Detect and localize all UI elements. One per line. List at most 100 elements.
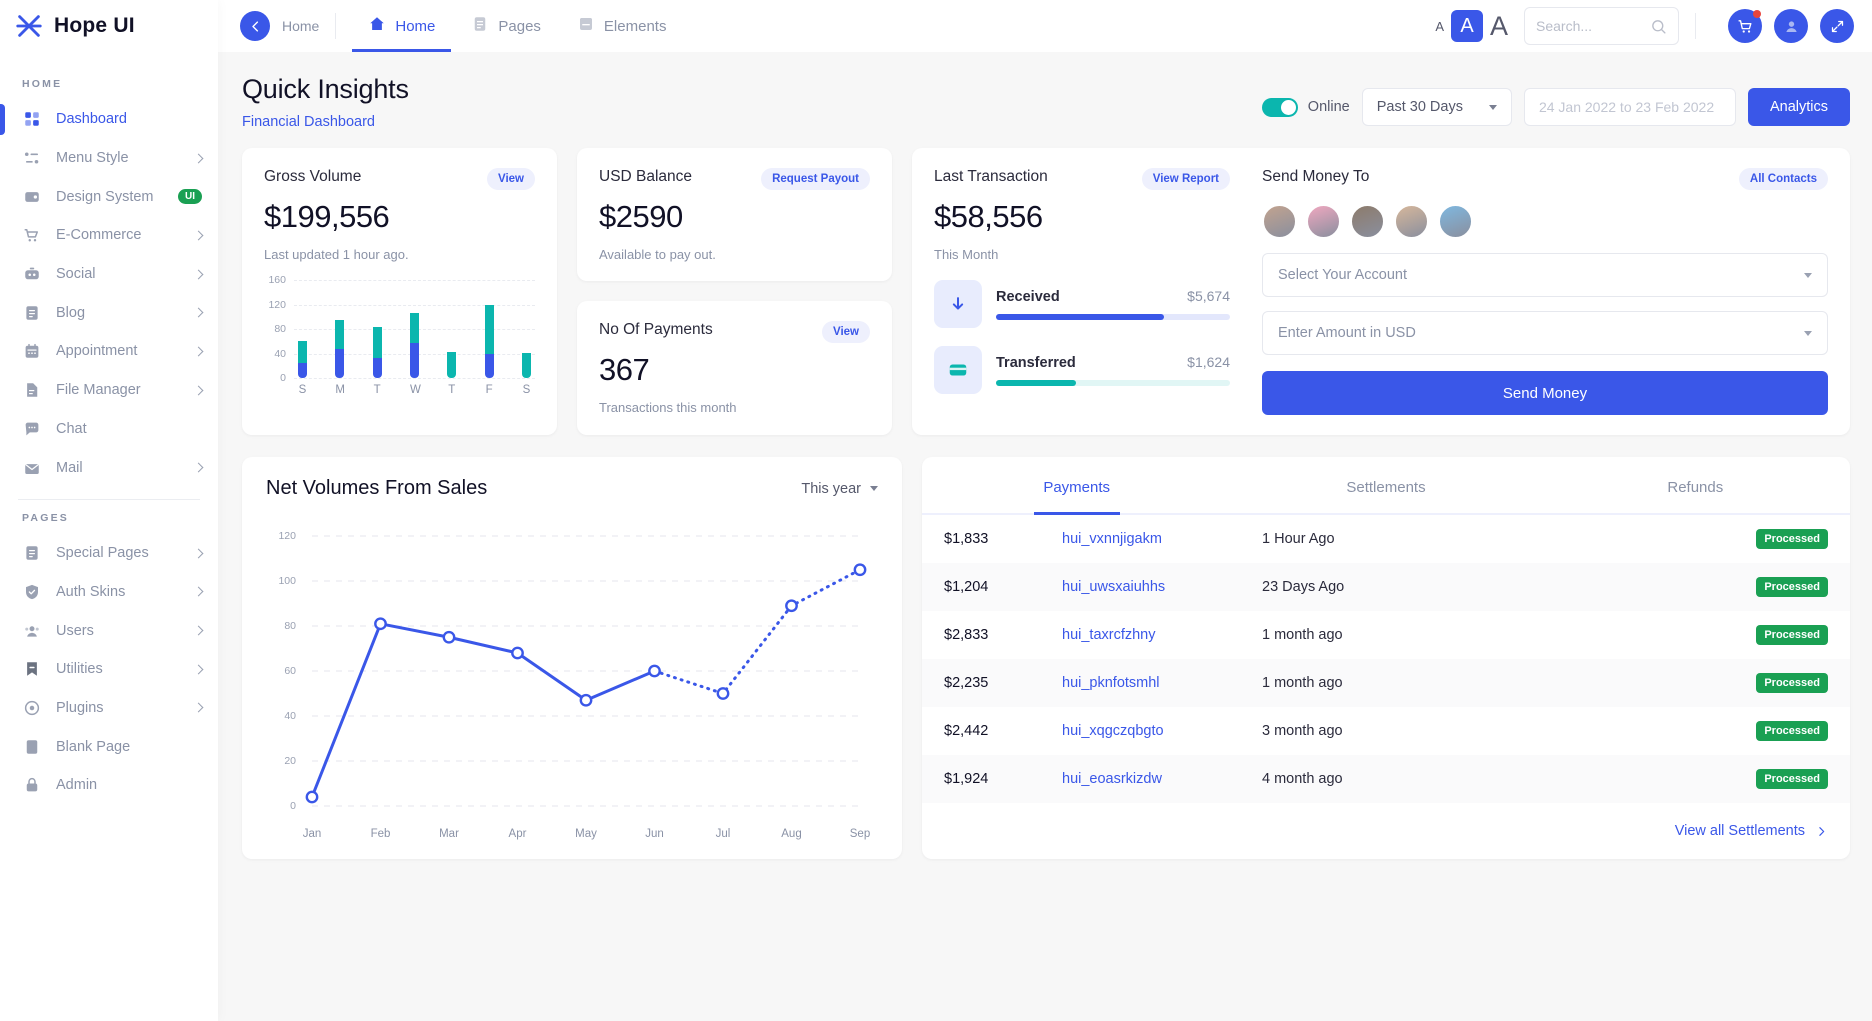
sidebar-item-file-manager[interactable]: File Manager <box>0 371 218 410</box>
select-account-field[interactable]: Select Your Account <box>1262 253 1828 297</box>
net-volumes-card: Net Volumes From Sales This year 0 20 40 60… <box>242 457 902 859</box>
date-range-input[interactable]: 24 Jan 2022 to 23 Feb 2022 <box>1523 88 1736 126</box>
sidebar-item-admin[interactable]: Admin <box>0 766 218 805</box>
status-badge: Processed <box>1756 673 1828 693</box>
net-volumes-range-value: This year <box>801 480 861 497</box>
send-money-button[interactable]: Send Money <box>1262 371 1828 415</box>
chevron-right-icon <box>193 346 204 357</box>
analytics-button[interactable]: Analytics <box>1747 88 1850 126</box>
tab-payments[interactable]: Payments <box>922 457 1231 513</box>
chevron-right-icon <box>193 664 204 675</box>
font-size-medium[interactable]: A <box>1450 10 1483 42</box>
sidebar-item-users[interactable]: Users <box>0 611 218 650</box>
row-timestamp: 1 Hour Ago <box>1262 531 1335 547</box>
page-subtitle[interactable]: Financial Dashboard <box>242 114 409 130</box>
breadcrumb[interactable]: Home <box>282 18 319 34</box>
sidebar-item-appointment[interactable]: Appointment <box>0 332 218 371</box>
sidebar-item-blog[interactable]: Blog <box>0 293 218 332</box>
tab-label: Elements <box>603 17 667 35</box>
document-icon <box>26 546 38 560</box>
search-box[interactable] <box>1524 7 1679 45</box>
view-report-button[interactable]: View Report <box>1141 168 1230 190</box>
sidebar-item-utilities[interactable]: Utilities <box>0 650 218 689</box>
cart-button[interactable] <box>1728 9 1762 43</box>
transaction-stat-row: Received $5,674 <box>934 280 1230 328</box>
row-transaction-id[interactable]: hui_vxnnjigakm <box>1062 531 1262 547</box>
avatar[interactable] <box>1394 204 1429 239</box>
fullscreen-button[interactable] <box>1820 9 1854 43</box>
y-tick-label: 80 <box>274 323 286 335</box>
wallet-icon <box>25 191 39 202</box>
tab-refunds[interactable]: Refunds <box>1541 457 1850 513</box>
row-transaction-id[interactable]: hui_uwsxaiuhhs <box>1062 579 1262 595</box>
row-transaction-id[interactable]: hui_eoasrkizdw <box>1062 771 1262 787</box>
sidebar-item-label: File Manager <box>56 382 141 399</box>
sidebar-item-mail[interactable]: Mail <box>0 448 218 487</box>
net-volumes-range-select[interactable]: This year <box>801 481 878 497</box>
tab-settlements[interactable]: Settlements <box>1231 457 1540 513</box>
amount-field[interactable]: Enter Amount in USD <box>1262 311 1828 355</box>
table-row[interactable]: $1,924 hui_eoasrkizdw 4 month ago Processed <box>922 755 1850 803</box>
stat-name: Received <box>996 289 1060 305</box>
font-size-small[interactable]: A <box>1435 20 1444 33</box>
date-range-select[interactable]: Past 30 Days <box>1361 88 1512 126</box>
payments-amount: 367 <box>599 352 650 387</box>
sidebar-item-dashboard[interactable]: Dashboard <box>0 100 218 139</box>
all-contacts-button[interactable]: All Contacts <box>1738 168 1828 190</box>
stat-head: Transferred $1,624 <box>996 354 1230 371</box>
sidebar-item-e-commerce[interactable]: E-Commerce <box>0 216 218 255</box>
net-volumes-line-chart: 0 20 40 60 80 100 120 Jan Feb Mar Apr May Jun Jul Aug S… <box>266 522 878 840</box>
x-tick-label: W <box>409 384 421 396</box>
table-row[interactable]: $2,442 hui_xqgczqbgto 3 month ago Processed <box>922 707 1850 755</box>
search-input[interactable] <box>1536 18 1650 34</box>
row-transaction-id[interactable]: hui_pknfotsmhl <box>1062 675 1262 691</box>
grid-icon <box>22 109 42 129</box>
avatar[interactable] <box>1306 204 1341 239</box>
sidebar-item-menu-style[interactable]: Menu Style <box>0 139 218 178</box>
sidebar-item-plugins[interactable]: Plugins <box>0 689 218 728</box>
table-row[interactable]: $1,833 hui_vxnnjigakm 1 Hour Ago Processed <box>922 515 1850 563</box>
gross-volume-view-button[interactable]: View <box>487 168 535 190</box>
avatar[interactable] <box>1350 204 1385 239</box>
profile-button[interactable] <box>1774 9 1808 43</box>
brand[interactable]: Hope UI <box>0 0 218 52</box>
row-amount: $1,924 <box>944 771 989 787</box>
row-transaction-id[interactable]: hui_xqgczqbgto <box>1062 723 1262 739</box>
avatar[interactable] <box>1438 204 1473 239</box>
sidebar-item-label: Appointment <box>56 343 138 360</box>
chevron-right-icon <box>193 230 204 241</box>
fullscreen-icon <box>1831 20 1843 32</box>
row-timestamp: 4 month ago <box>1262 771 1343 787</box>
sidebar-item-design-system[interactable]: Design System UI <box>0 177 218 216</box>
table-row[interactable]: $2,833 hui_taxrcfzhny 1 month ago Processed <box>922 611 1850 659</box>
table-row[interactable]: $2,235 hui_pknfotsmhl 1 month ago Processed <box>922 659 1850 707</box>
x-tick-label: T <box>373 384 381 396</box>
sidebar-item-blank-page[interactable]: Blank Page <box>0 727 218 766</box>
transactions-table-card: Payments Settlements Refunds $1,833 hui_vxn… <box>922 457 1850 859</box>
sidebar-item-chat[interactable]: Chat <box>0 410 218 449</box>
row-transaction-id[interactable]: hui_taxrcfzhny <box>1062 627 1262 643</box>
tab-elements[interactable]: Elements <box>561 0 683 52</box>
request-payout-button[interactable]: Request Payout <box>761 168 870 190</box>
shield-icon <box>22 582 42 602</box>
divider <box>335 13 337 39</box>
online-toggle[interactable] <box>1261 97 1298 117</box>
y-tick-label: 0 <box>290 800 296 812</box>
sidebar-item-auth-skins[interactable]: Auth Skins <box>0 573 218 612</box>
avatar[interactable] <box>1262 204 1297 239</box>
font-size-large[interactable]: A <box>1490 12 1508 40</box>
tab-pages[interactable]: Pages <box>455 0 557 52</box>
sidebar-item-special-pages[interactable]: Special Pages <box>0 534 218 573</box>
view-all-settlements-link[interactable]: View all Settlements <box>922 803 1850 859</box>
tab-home[interactable]: Home <box>352 0 452 52</box>
sidebar-item-social[interactable]: Social <box>0 255 218 294</box>
list-icon <box>22 148 42 168</box>
payments-view-button[interactable]: View <box>822 321 870 343</box>
sidebar: Hope UI HOME Dashboard Menu Style Design Sy… <box>0 0 218 1021</box>
x-tick-label: Jan <box>302 828 322 840</box>
y-tick-label: 40 <box>274 347 286 360</box>
table-row[interactable]: $1,204 hui_uwsxaiuhhs 23 Days Ago Processed <box>922 563 1850 611</box>
chevron-right-icon <box>193 307 204 318</box>
back-button[interactable] <box>240 11 270 41</box>
sidebar-caption: HOME <box>22 78 63 90</box>
